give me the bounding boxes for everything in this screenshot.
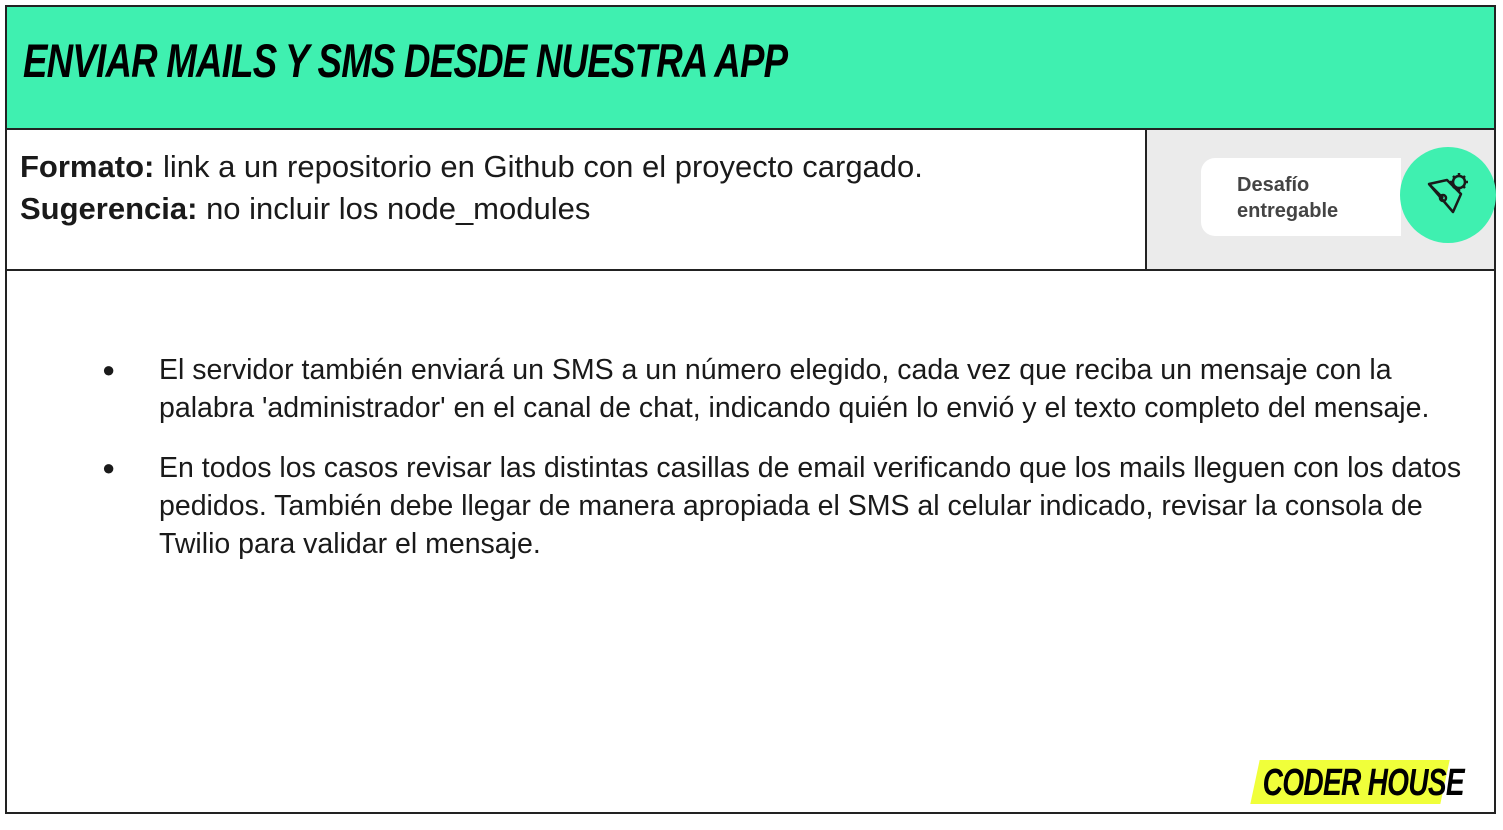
header-bar: ENVIAR MAILS Y SMS DESDE NUESTRA APP: [7, 7, 1494, 130]
list-item: ● En todos los casos revisar las distint…: [102, 449, 1482, 563]
content-area: ● El servidor también enviará un SMS a u…: [7, 271, 1494, 812]
info-row: Formato: link a un repositorio en Github…: [7, 130, 1496, 271]
suggestion-value: no incluir los node_modules: [197, 191, 591, 226]
badge-line-2: entregable: [1237, 200, 1339, 222]
format-line: Formato: link a un repositorio en Github…: [20, 146, 1130, 188]
bullet-list: ● El servidor también enviará un SMS a u…: [102, 351, 1482, 585]
list-item: ● El servidor también enviará un SMS a u…: [102, 351, 1482, 427]
badge-cell: Desafío entregable: [1145, 130, 1496, 269]
pen-gear-icon: [1427, 173, 1468, 214]
badge-text: Desafío entregable: [1237, 172, 1338, 224]
badge-circle: [1400, 147, 1496, 243]
info-text: Formato: link a un repositorio en Github…: [20, 146, 1130, 230]
logo-text: CODER HOUSE: [1262, 762, 1464, 804]
format-value: link a un repositorio en Github con el p…: [154, 149, 923, 184]
suggestion-label: Sugerencia:: [20, 191, 198, 226]
bullet-text: El servidor también enviará un SMS a un …: [159, 354, 1430, 424]
bullet-text: En todos los casos revisar las distintas…: [159, 452, 1462, 560]
suggestion-line: Sugerencia: no incluir los node_modules: [20, 188, 1130, 230]
page-title: ENVIAR MAILS Y SMS DESDE NUESTRA APP: [23, 34, 788, 87]
desafio-badge: Desafío entregable: [1201, 158, 1401, 236]
slide-frame: ENVIAR MAILS Y SMS DESDE NUESTRA APP For…: [5, 5, 1496, 814]
badge-line-1: Desafío: [1237, 174, 1310, 196]
coderhouse-logo: CODER HOUSE: [1250, 760, 1464, 804]
format-label: Formato:: [20, 149, 155, 184]
bullet-icon: ●: [102, 357, 116, 382]
bullet-icon: ●: [102, 455, 116, 480]
